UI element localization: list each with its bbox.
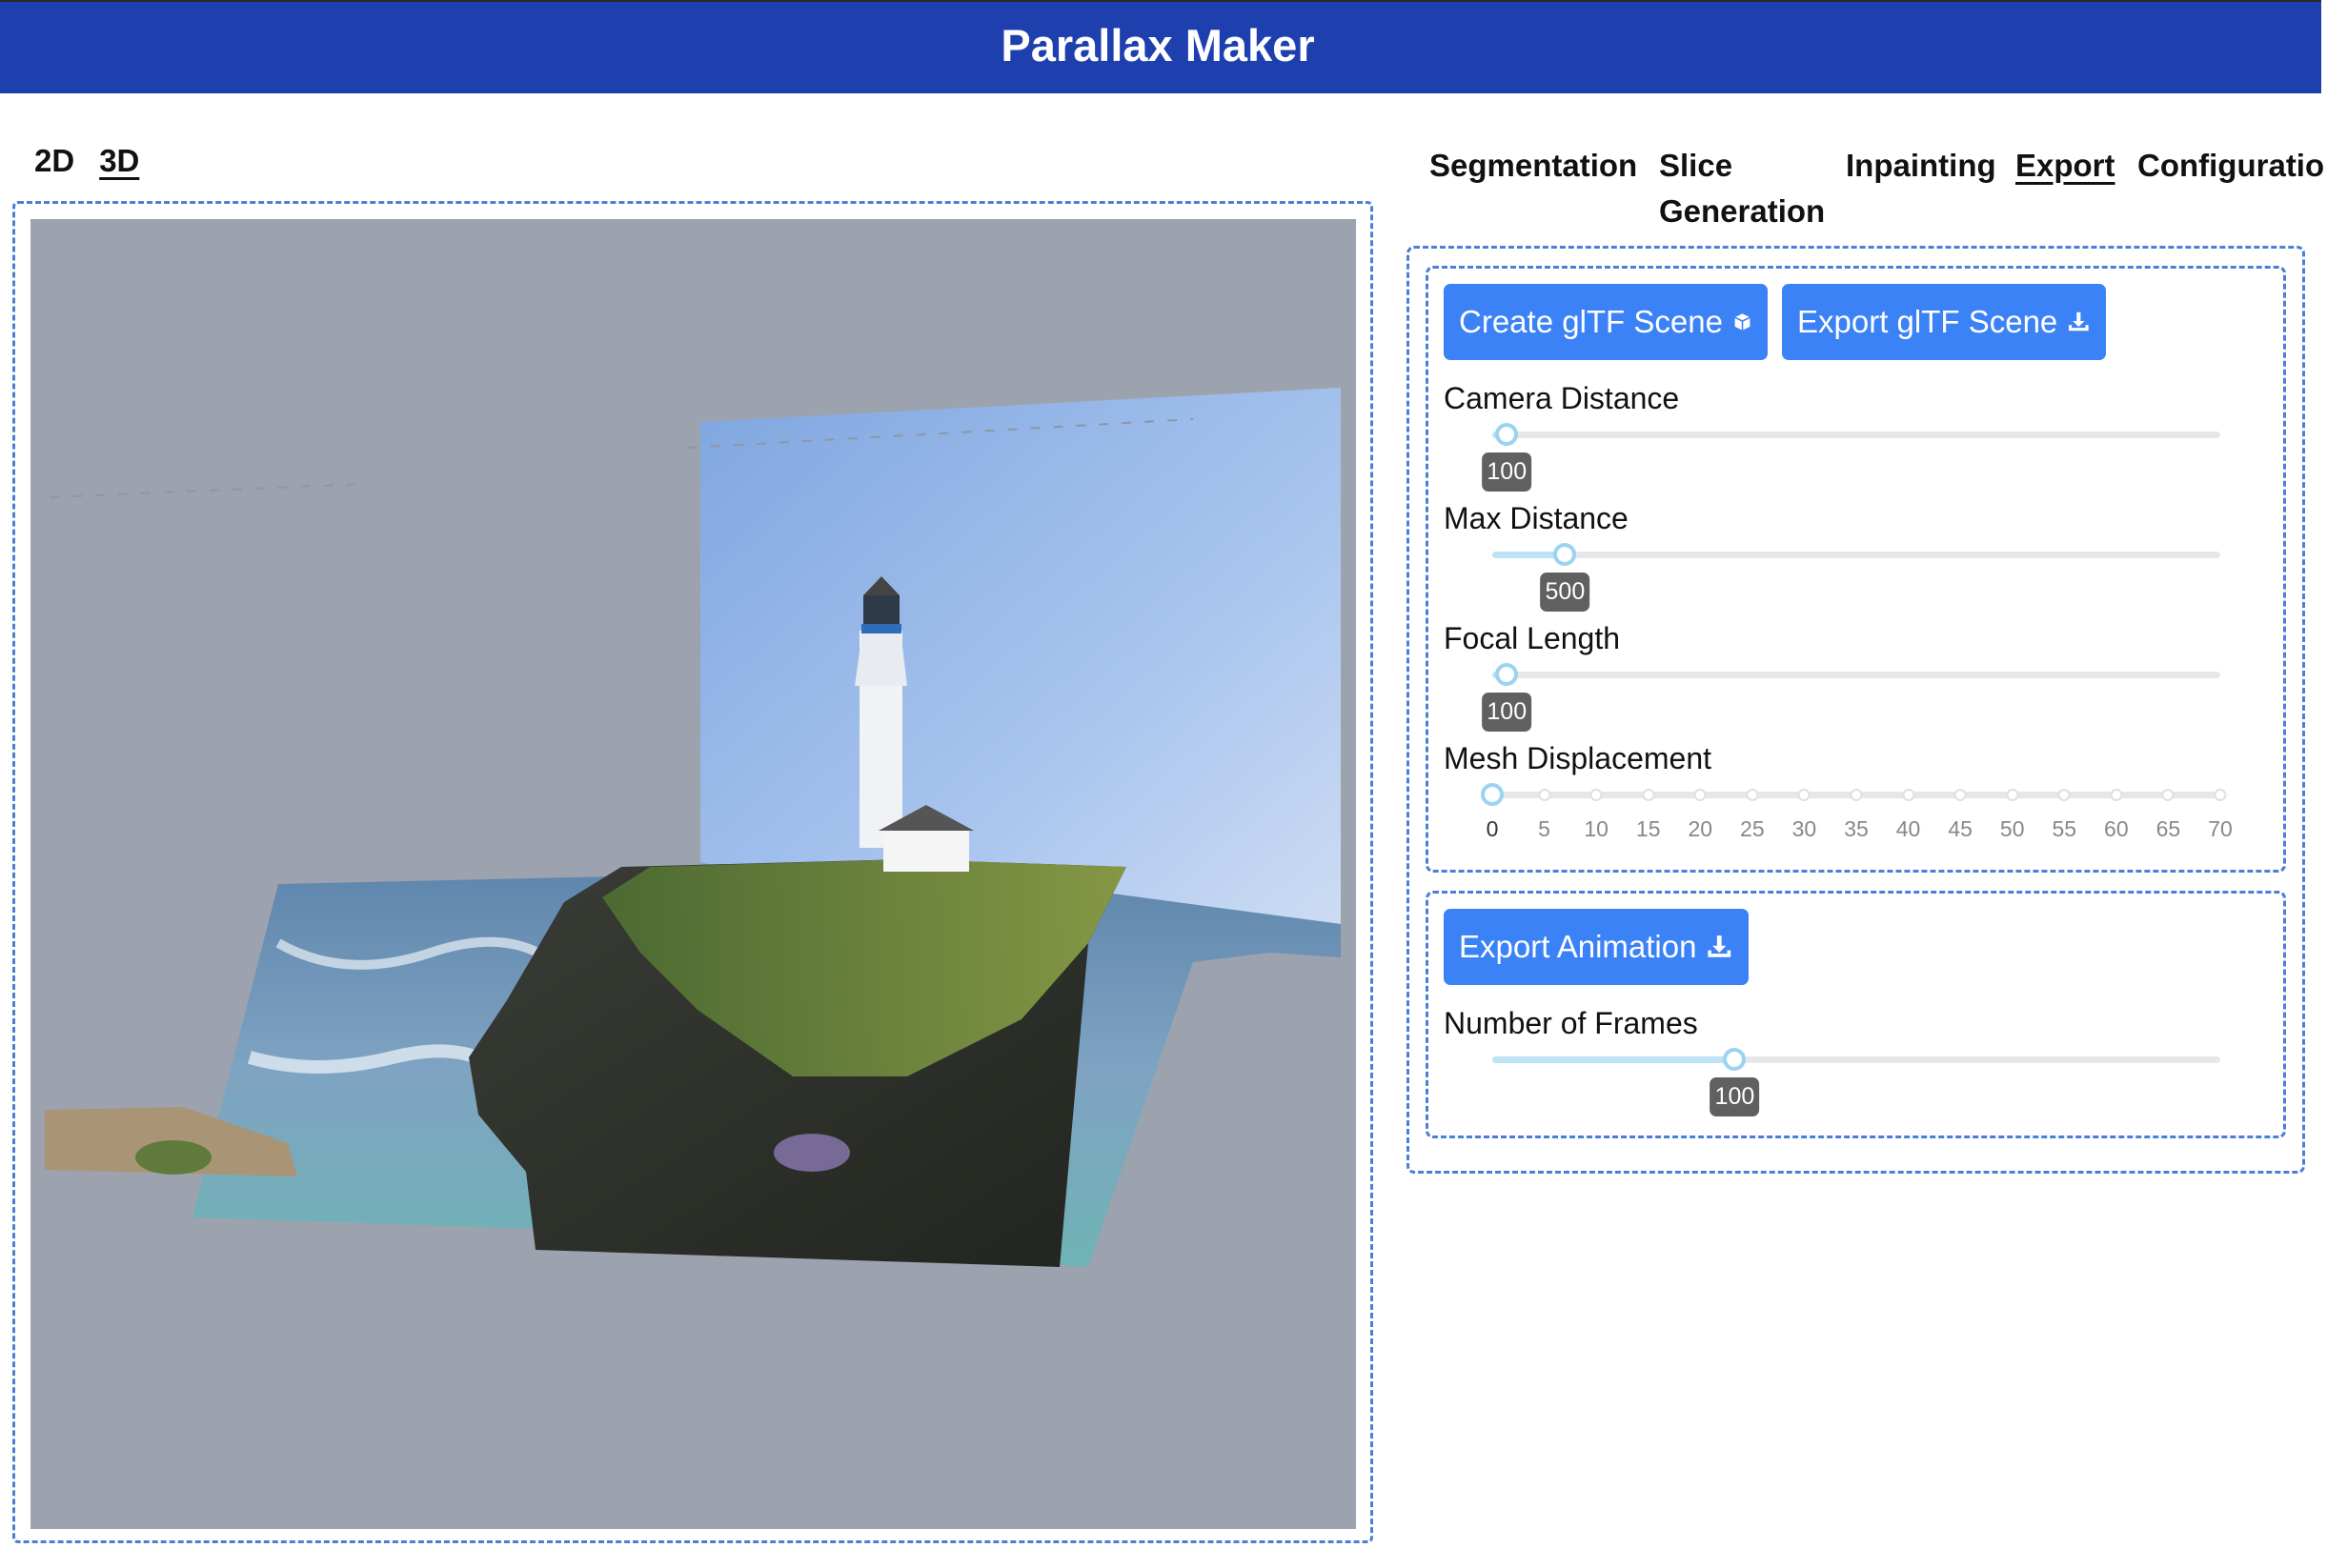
tick-mark [1902,789,1915,801]
tick-mark [1642,789,1655,801]
tick-mark [1746,789,1759,801]
tick-mark [1953,789,1967,801]
export-animation-button[interactable]: Export Animation [1444,909,1749,985]
tick-mark [2006,789,2019,801]
tick-label: 40 [1895,816,1921,841]
export-gltf-button[interactable]: Export glTF Scene [1782,284,2106,360]
max-distance-label: Max Distance [1444,501,1629,535]
slider-handle[interactable] [1481,783,1504,806]
slider-value-tooltip: 100 [1482,452,1532,492]
slider-value-tooltip: 100 [1482,693,1532,732]
tick-label: 55 [2052,816,2077,841]
mesh-displacement-slider[interactable]: 0 5 10 15 20 25 30 35 40 45 50 55 60 65 70 [1481,783,2233,841]
tick-mark [1850,789,1863,801]
tab-configuration[interactable]: Configuratio [2137,143,2324,189]
camera-distance-slider[interactable]: 100 [1482,423,2220,492]
scene-render [45,388,1341,1267]
tick-mark [2057,789,2071,801]
app-header: Parallax Maker [0,0,2321,93]
tab-export[interactable]: Export [2015,143,2115,189]
tick-label: 5 [1538,816,1550,841]
slider-value-tooltip: 100 [1710,1077,1760,1116]
tab-segmentation[interactable]: Segmentation [1429,143,1637,189]
tab-2d[interactable]: 2D [34,143,74,179]
create-gltf-button[interactable]: Create glTF Scene [1444,284,1768,360]
tick-mark [1797,789,1811,801]
focal-length-slider[interactable]: 100 [1482,663,2220,732]
max-distance-slider[interactable]: 500 [1492,543,2220,612]
tick-mark [2110,789,2123,801]
tick-mark [2161,789,2175,801]
mesh-displacement-label: Mesh Displacement [1444,741,1711,775]
camera-distance-label: Camera Distance [1444,381,1680,415]
tick-label: 20 [1688,816,1713,841]
tick-label: 30 [1791,816,1817,841]
tick-label: 15 [1635,816,1661,841]
tick-label: 50 [1999,816,2025,841]
view-tabs: 2D 3D [34,143,139,179]
tick-label: 0 [1486,816,1499,841]
focal-length-label: Focal Length [1444,621,1621,655]
slider-handle[interactable] [1495,663,1519,686]
slider-fill [1492,1056,1735,1063]
download-icon [1708,935,1731,957]
3d-viewport[interactable] [30,219,1356,1529]
slider-handle[interactable] [1495,423,1519,446]
tick-label: 65 [2155,816,2181,841]
tick-label: 60 [2104,816,2129,841]
tab-3d[interactable]: 3D [99,143,139,179]
tick-mark [1538,789,1551,801]
tick-label: 35 [1844,816,1869,841]
tick-label: 25 [1740,816,1765,841]
tab-inpainting[interactable]: Inpainting [1846,143,1996,189]
number-of-frames-label: Number of Frames [1444,1006,1698,1040]
download-icon [2069,312,2089,332]
tab-slice-generation[interactable]: Slice Generation [1659,143,1825,234]
export-nav-tabs: Segmentation Slice Generation Inpainting… [1429,143,2327,238]
tick-label: 70 [2208,816,2233,841]
number-of-frames-slider[interactable]: 100 [1492,1048,2220,1116]
cube-icon [1734,313,1750,331]
app-title: Parallax Maker [1001,19,1315,70]
slider-handle[interactable] [1553,543,1577,566]
tick-label: 45 [1948,816,1973,841]
slider-value-tooltip: 500 [1540,573,1590,612]
tick-mark [1589,789,1603,801]
tick-mark [1693,789,1707,801]
tick-label: 10 [1584,816,1609,841]
slider-handle[interactable] [1723,1048,1747,1071]
tick-mark [2214,789,2227,801]
